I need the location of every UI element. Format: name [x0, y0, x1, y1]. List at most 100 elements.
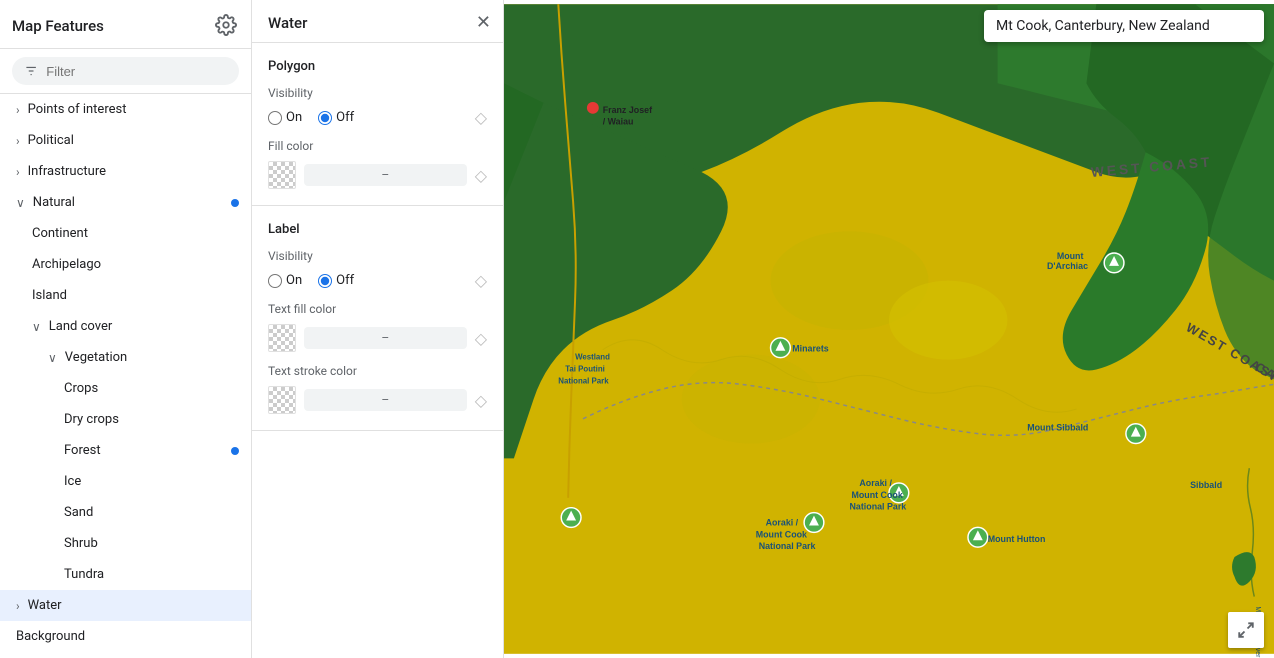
sidebar-item-label: Crops — [64, 381, 98, 396]
expand-down-icon: ∨ — [16, 196, 25, 210]
sidebar-title: Map Features — [12, 17, 104, 35]
sidebar-item-island[interactable]: Island — [0, 280, 251, 311]
sidebar-item-label: Land cover — [49, 319, 112, 334]
diamond-icon[interactable]: ◇ — [475, 166, 487, 185]
sidebar-item-tundra[interactable]: Tundra — [0, 559, 251, 590]
sidebar-item-vegetation[interactable]: ∨ Vegetation — [0, 342, 251, 373]
sidebar-header: Map Features — [0, 0, 251, 49]
sidebar-item-crops[interactable]: Crops — [0, 373, 251, 404]
active-dot — [231, 447, 239, 455]
expand-right-icon: › — [16, 103, 20, 117]
right-panel: Water ✕ Polygon Visibility On Off ◇ Fill… — [252, 0, 504, 658]
svg-text:Franz Josef: Franz Josef — [603, 105, 652, 115]
text-fill-color-swatch[interactable] — [268, 324, 296, 352]
text-fill-color-row: – ◇ — [268, 324, 487, 352]
sidebar-item-background[interactable]: Background — [0, 621, 251, 652]
expand-right-icon: › — [16, 134, 20, 148]
sidebar-item-label: Continent — [32, 226, 88, 241]
nav-list: › Points of interest › Political › Infra… — [0, 94, 251, 658]
filter-bar — [0, 49, 251, 94]
sidebar-item-label: Political — [28, 133, 74, 148]
sidebar-item-label: Vegetation — [65, 350, 127, 365]
sidebar-item-label: Tundra — [64, 567, 104, 582]
map-area: Mt Cook, Canterbury, New Zealand — [504, 0, 1274, 658]
radio-on-label[interactable]: On — [268, 110, 302, 125]
map-svg: WEST COAST CANTERBURY WEST COAST CANTERB… — [504, 0, 1274, 658]
close-button[interactable]: ✕ — [476, 14, 491, 32]
sidebar-item-natural[interactable]: ∨ Natural — [0, 187, 251, 218]
svg-text:D'Archiac: D'Archiac — [1047, 261, 1088, 271]
sidebar-item-shrub[interactable]: Shrub — [0, 528, 251, 559]
polygon-section: Polygon Visibility On Off ◇ Fill color –… — [252, 43, 503, 206]
text-stroke-color-value: – — [304, 389, 467, 411]
sidebar-item-sand[interactable]: Sand — [0, 497, 251, 528]
text-fill-color-value: – — [304, 327, 467, 349]
panel-header: Water ✕ — [252, 0, 503, 43]
radio-off-label[interactable]: Off — [318, 110, 354, 125]
filter-icon — [24, 63, 38, 79]
diamond-icon[interactable]: ◇ — [475, 108, 487, 127]
sidebar-item-label: Natural — [33, 195, 75, 210]
sidebar-item-land-cover[interactable]: ∨ Land cover — [0, 311, 251, 342]
sidebar-item-label: Dry crops — [64, 412, 119, 427]
expand-right-icon: › — [16, 599, 20, 613]
label-section: Label Visibility On Off ◇ Text fill colo… — [252, 206, 503, 431]
svg-text:Minarets: Minarets — [792, 344, 829, 354]
visibility-row: On Off ◇ — [268, 108, 487, 127]
visibility-row: On Off ◇ — [268, 271, 487, 290]
svg-text:National Park: National Park — [558, 376, 609, 385]
sidebar-item-label: Water — [28, 598, 62, 613]
visibility-label: Visibility — [268, 249, 487, 263]
sidebar-item-label: Sand — [64, 505, 93, 520]
gear-icon[interactable] — [215, 14, 239, 38]
sidebar-item-forest[interactable]: Forest — [0, 435, 251, 466]
text-stroke-color-label: Text stroke color — [268, 364, 487, 378]
text-stroke-color-row: – ◇ — [268, 386, 487, 414]
radio-on[interactable] — [268, 274, 282, 288]
sidebar-item-ice[interactable]: Ice — [0, 466, 251, 497]
svg-text:Sibbald: Sibbald — [1190, 480, 1222, 490]
radio-on[interactable] — [268, 111, 282, 125]
text-stroke-color-swatch[interactable] — [268, 386, 296, 414]
sidebar-item-label: Shrub — [64, 536, 98, 551]
sidebar-item-label: Ice — [64, 474, 81, 489]
map-search[interactable]: Mt Cook, Canterbury, New Zealand — [984, 10, 1264, 42]
text-fill-color-label: Text fill color — [268, 302, 487, 316]
filter-input[interactable] — [46, 64, 227, 79]
filter-input-wrap — [12, 57, 239, 85]
sidebar-item-archipelago[interactable]: Archipelago — [0, 249, 251, 280]
fullscreen-icon — [1237, 621, 1255, 639]
sidebar-item-dry-crops[interactable]: Dry crops — [0, 404, 251, 435]
fullscreen-button[interactable] — [1228, 612, 1264, 648]
sidebar-item-label: Archipelago — [32, 257, 101, 272]
sidebar-item-label: Infrastructure — [28, 164, 106, 179]
sidebar-item-continent[interactable]: Continent — [0, 218, 251, 249]
map-search-value: Mt Cook, Canterbury, New Zealand — [996, 18, 1210, 34]
sidebar-item-points-of-interest[interactable]: › Points of interest — [0, 94, 251, 125]
radio-off-label[interactable]: Off — [318, 273, 354, 288]
svg-text:Mount Hutton: Mount Hutton — [988, 534, 1046, 544]
fill-color-row: – ◇ — [268, 161, 487, 189]
fill-color-swatch[interactable] — [268, 161, 296, 189]
radio-off[interactable] — [318, 274, 332, 288]
radio-off[interactable] — [318, 111, 332, 125]
sidebar-item-infrastructure[interactable]: › Infrastructure — [0, 156, 251, 187]
expand-right-icon: › — [16, 165, 20, 179]
sidebar-item-water[interactable]: › Water — [0, 590, 251, 621]
sidebar-item-political[interactable]: › Political — [0, 125, 251, 156]
sidebar-item-label: Points of interest — [28, 102, 127, 117]
sidebar-item-label: Background — [16, 629, 85, 644]
sidebar-item-label: Island — [32, 288, 67, 303]
diamond-icon[interactable]: ◇ — [475, 391, 487, 410]
diamond-icon[interactable]: ◇ — [475, 271, 487, 290]
svg-text:National Park: National Park — [759, 541, 816, 551]
svg-text:/ Waiau: / Waiau — [603, 117, 634, 127]
sidebar: Map Features › Points of interest › P — [0, 0, 252, 658]
svg-text:Aoraki /: Aoraki / — [859, 478, 892, 488]
svg-text:Aoraki /: Aoraki / — [766, 517, 799, 527]
svg-text:Mount Cook: Mount Cook — [851, 490, 902, 500]
svg-text:Westland: Westland — [575, 353, 610, 362]
svg-text:Mount: Mount — [1057, 251, 1084, 261]
radio-on-label[interactable]: On — [268, 273, 302, 288]
diamond-icon[interactable]: ◇ — [475, 329, 487, 348]
